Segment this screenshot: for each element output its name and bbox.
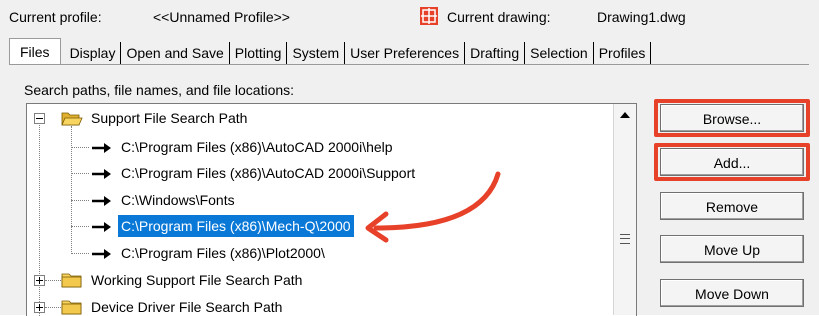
current-profile-value: <<Unnamed Profile>>: [153, 9, 290, 25]
tab-plotting[interactable]: Plotting: [230, 42, 288, 64]
vertical-scrollbar[interactable]: [613, 104, 636, 315]
tab-open-and-save[interactable]: Open and Save: [121, 42, 230, 64]
tree-connector: [71, 200, 89, 201]
folder-icon: [61, 300, 82, 315]
search-path-tree[interactable]: Support File Search Path C:\Program File…: [26, 103, 637, 316]
path-arrow-icon: [92, 249, 111, 259]
tab-files[interactable]: Files: [9, 38, 61, 65]
tab-display[interactable]: Display: [65, 42, 122, 64]
tree-connector: [45, 307, 61, 308]
collapse-toggle[interactable]: [34, 113, 45, 124]
tab-drafting[interactable]: Drafting: [465, 42, 526, 64]
tab-selection[interactable]: Selection: [525, 42, 594, 64]
add-highlight-box: [654, 143, 810, 181]
tree-root-label[interactable]: Support File Search Path: [91, 107, 247, 129]
move-up-button[interactable]: Move Up: [660, 235, 804, 263]
path-arrow-icon: [92, 196, 111, 206]
open-folder-icon: [61, 112, 83, 126]
current-profile-label: Current profile:: [9, 9, 102, 25]
path-arrow-icon: [92, 222, 111, 232]
annotation-arrow: [365, 171, 501, 243]
path-arrow-icon: [92, 143, 111, 153]
tree-item[interactable]: C:\Windows\Fonts: [121, 189, 235, 211]
section-caption: Search paths, file names, and file locat…: [24, 82, 295, 98]
options-dialog: Current profile: <<Unnamed Profile>> Cur…: [0, 0, 819, 316]
tree-connector: [71, 226, 89, 227]
path-arrow-icon: [92, 169, 111, 179]
tab-profiles[interactable]: Profiles: [594, 42, 652, 64]
drawing-icon: [419, 6, 439, 26]
tree-connector: [71, 253, 89, 254]
tree-connector: [39, 122, 40, 316]
tab-user-preferences[interactable]: User Preferences: [345, 42, 466, 64]
tree-connector: [45, 280, 61, 281]
folder-icon: [61, 273, 82, 288]
tree-item-collapsed[interactable]: Device Driver File Search Path: [91, 296, 282, 316]
tab-strip: Files Display Open and Save Plotting Sys…: [9, 38, 652, 65]
move-down-button[interactable]: Move Down: [660, 279, 804, 307]
current-drawing-label: Current drawing:: [447, 9, 551, 25]
tab-system[interactable]: System: [287, 42, 346, 64]
tree-item[interactable]: C:\Program Files (x86)\Plot2000\: [121, 242, 325, 264]
browse-highlight-box: [654, 99, 810, 137]
tree-item[interactable]: C:\Program Files (x86)\AutoCAD 2000i\hel…: [121, 136, 393, 158]
expand-toggle[interactable]: [34, 302, 45, 313]
tab-divider: [9, 64, 809, 65]
tree-connector: [71, 126, 72, 254]
tree-item-collapsed[interactable]: Working Support File Search Path: [91, 269, 302, 291]
tree-item-selected[interactable]: C:\Program Files (x86)\Mech-Q\2000: [118, 215, 354, 237]
scroll-grip-icon[interactable]: [620, 234, 630, 244]
tree-connector: [71, 147, 89, 148]
remove-button[interactable]: Remove: [660, 192, 804, 220]
current-drawing-value: Drawing1.dwg: [597, 9, 686, 25]
scroll-up-arrow-icon[interactable]: [620, 112, 630, 118]
expand-toggle[interactable]: [34, 275, 45, 286]
tree-connector: [71, 173, 89, 174]
